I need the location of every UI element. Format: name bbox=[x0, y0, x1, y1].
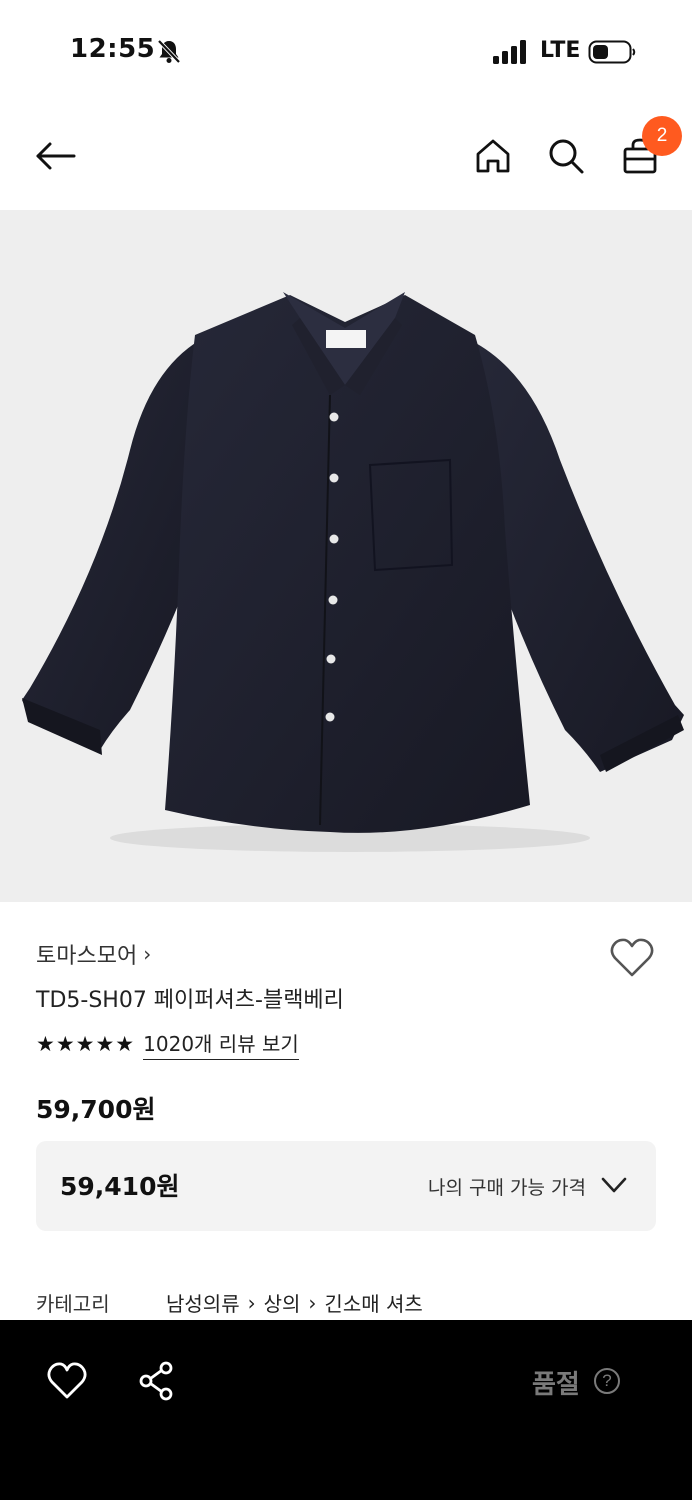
category-crumb[interactable]: 남성의류 bbox=[166, 1288, 240, 1317]
chevron-down-icon bbox=[601, 1177, 627, 1193]
shirt-image bbox=[22, 292, 684, 852]
my-price-label: 나의 구매 가능 가격 bbox=[428, 1177, 586, 1199]
heart-button[interactable] bbox=[46, 1360, 88, 1402]
status-bar: 12:55 LTE bbox=[0, 0, 692, 100]
search-button[interactable] bbox=[538, 128, 594, 184]
cart-button[interactable]: 2 bbox=[612, 116, 682, 184]
wishlist-heart-button[interactable] bbox=[608, 934, 656, 982]
brand-link[interactable]: 토마스모어 › bbox=[36, 938, 151, 970]
category-crumb[interactable]: 상의 bbox=[264, 1288, 301, 1317]
review-link[interactable]: 1020개 리뷰 보기 bbox=[143, 1028, 299, 1060]
category-crumb[interactable]: 긴소매 셔츠 bbox=[324, 1288, 422, 1317]
back-button[interactable] bbox=[28, 128, 84, 184]
chevron-right-icon: › bbox=[308, 1290, 317, 1315]
product-image[interactable] bbox=[0, 210, 692, 902]
product-name: TD5-SH07 페이퍼셔츠-블랙베리 bbox=[36, 988, 344, 1013]
home-icon bbox=[476, 139, 510, 173]
chevron-right-icon: › bbox=[247, 1290, 256, 1315]
bell-muted-icon bbox=[157, 39, 181, 64]
search-icon bbox=[549, 139, 584, 174]
product-price: 59,700원 bbox=[36, 1095, 156, 1124]
category-key: 카테고리 bbox=[36, 1292, 110, 1316]
rating-row: ★★★★★ 1020개 리뷰 보기 bbox=[36, 1028, 299, 1060]
bottom-action-bar: 품절 ? bbox=[0, 1320, 692, 1500]
home-button[interactable] bbox=[465, 128, 521, 184]
my-price-value: 59,410원 bbox=[60, 1172, 180, 1201]
battery-icon bbox=[588, 40, 636, 64]
arrow-left-icon bbox=[36, 142, 76, 170]
app-header: 2 bbox=[0, 100, 692, 210]
network-label: LTE bbox=[540, 38, 581, 63]
share-button[interactable] bbox=[136, 1360, 178, 1402]
chevron-right-icon: › bbox=[143, 942, 152, 966]
soldout-label: 품절 bbox=[532, 1370, 580, 1400]
category-row: 카테고리 남성의류 › 상의 › 긴소매 셔츠 bbox=[36, 1288, 423, 1317]
status-time: 12:55 bbox=[70, 34, 156, 64]
brand-name: 토마스모어 bbox=[36, 944, 138, 969]
help-icon[interactable]: ? bbox=[594, 1368, 620, 1394]
signal-icon bbox=[493, 40, 526, 64]
cart-count-badge: 2 bbox=[642, 116, 682, 156]
my-price-dropdown[interactable]: 59,410원 나의 구매 가능 가격 bbox=[36, 1141, 656, 1231]
rating-stars: ★★★★★ bbox=[36, 1032, 136, 1056]
